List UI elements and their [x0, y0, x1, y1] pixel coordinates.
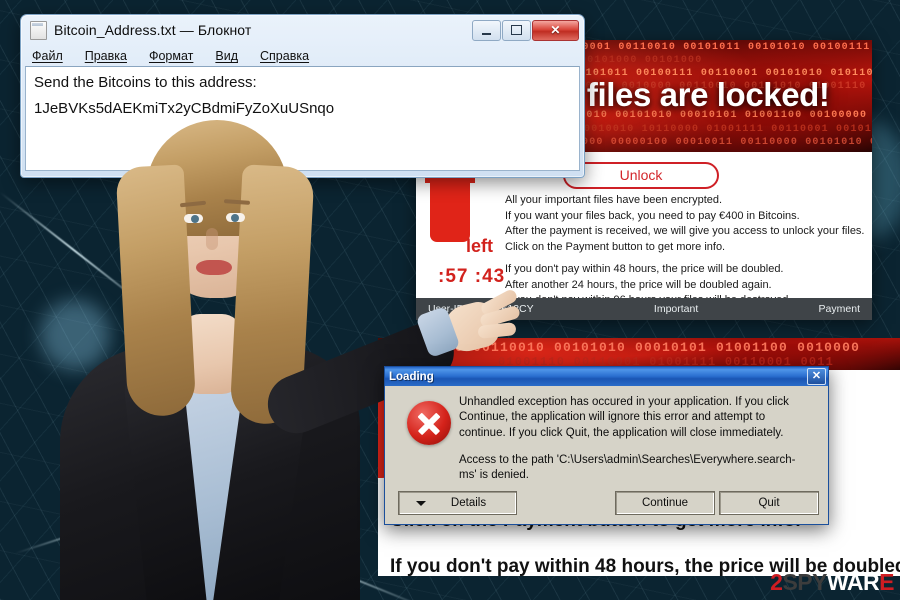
menu-item-format[interactable]: Формат	[149, 49, 193, 63]
screenshot-canvas: 01001 00101000 00110010 00101010 0001010…	[0, 0, 900, 600]
ransom-body-text: All your important files have been encry…	[505, 193, 865, 255]
notepad-menu-bar: Файл Правка Формат Вид Справка	[21, 45, 584, 66]
minimize-button[interactable]	[472, 19, 501, 41]
countdown-value: :57 :43	[438, 266, 506, 287]
unlock-button[interactable]: Unlock	[563, 162, 719, 189]
continue-button[interactable]: Continue	[615, 491, 715, 515]
quit-button[interactable]: Quit	[719, 491, 819, 515]
ransom-body-line: If you want your files back, you need to…	[505, 209, 800, 222]
close-icon: ✕	[811, 370, 822, 382]
error-x-icon	[407, 401, 451, 445]
menu-item-help[interactable]: Справка	[260, 49, 309, 63]
error-dialog: Loading ✕ Unhandled exception has occure…	[384, 366, 829, 525]
error-dialog-title-bar[interactable]: Loading ✕	[385, 367, 828, 386]
ransom-warning-line: After another 24 hours, the price will b…	[505, 278, 772, 291]
notepad-icon	[30, 20, 47, 40]
details-button[interactable]: Details	[398, 491, 517, 515]
unlock-button-label: Unlock	[619, 167, 663, 183]
chevron-down-icon	[416, 500, 426, 506]
menu-file-label: Файл	[32, 49, 63, 63]
error-message-paragraph-1: Unhandled exception has occured in your …	[459, 396, 789, 439]
ransom-warning-line: If you don't pay within 48 hours, the pr…	[505, 263, 784, 275]
notepad-title-bar[interactable]: Bitcoin_Address.txt — Блокнот ✕	[21, 15, 584, 45]
menu-item-view[interactable]: Вид	[215, 49, 238, 63]
countdown-label: left	[466, 236, 493, 256]
binary-row: 00100000 00000100 00010011 00110000 0010…	[546, 137, 872, 148]
menu-help-label: Справка	[260, 49, 310, 63]
person-eye-left-iris	[191, 215, 199, 223]
status-important-link[interactable]: Important	[654, 303, 698, 315]
notepad-title-text: Bitcoin_Address.txt — Блокнот	[54, 22, 252, 38]
menu-format-label: Формат	[148, 49, 194, 63]
close-icon: ✕	[550, 23, 561, 37]
ransom-body-line: Click on the Payment button to get more …	[505, 240, 726, 253]
notepad-line-1: Send the Bitcoins to this address:	[34, 74, 257, 91]
watermark-2spyware: 2SPYWARE	[770, 569, 894, 596]
quit-button-label: Quit	[758, 497, 780, 509]
person-photo	[60, 96, 522, 600]
watermark-part-3: WAR	[826, 569, 880, 595]
person-eye-right-iris	[231, 214, 239, 222]
person-nose	[206, 228, 218, 250]
menu-item-edit[interactable]: Правка	[85, 49, 127, 63]
maximize-button[interactable]	[502, 19, 531, 41]
details-button-label: Details	[450, 497, 487, 509]
error-dialog-title: Loading	[389, 370, 434, 383]
person-mouth	[196, 260, 232, 275]
error-message-paragraph-2: Access to the path 'C:\Users\admin\Searc…	[459, 454, 796, 482]
close-button[interactable]: ✕	[532, 19, 579, 41]
error-dialog-close-button[interactable]: ✕	[807, 368, 826, 385]
continue-button-label: Continue	[641, 497, 689, 509]
watermark-part-2: SPY	[782, 569, 827, 595]
window-controls: ✕	[472, 19, 584, 41]
menu-edit-label: Правка	[84, 49, 127, 63]
ransom-body-line: All your important files have been encry…	[505, 194, 723, 206]
status-payment-link[interactable]: Payment	[819, 303, 860, 315]
ransom-body-line: After the payment is received, we will g…	[505, 225, 865, 238]
watermark-part-1: 2	[770, 569, 783, 595]
watermark-part-4: E	[879, 569, 894, 595]
menu-view-label: Вид	[215, 49, 238, 63]
menu-item-file[interactable]: Файл	[32, 49, 63, 63]
